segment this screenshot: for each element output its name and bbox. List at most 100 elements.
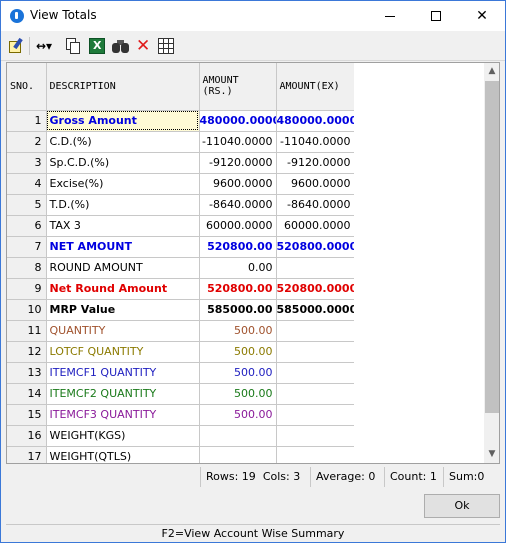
cell-desc[interactable]: NET AMOUNT <box>46 236 200 258</box>
cell-ex[interactable] <box>276 383 355 405</box>
cell-desc[interactable]: Sp.C.D.(%) <box>46 152 200 174</box>
ok-button[interactable]: Ok <box>424 494 500 518</box>
table-row[interactable]: 12 LOTCF QUANTITY 500.00 <box>7 341 355 363</box>
cell-amt[interactable]: -8640.0000 <box>199 194 277 216</box>
table-row[interactable]: 17 WEIGHT(QTLS) <box>7 446 355 463</box>
cell-desc[interactable]: WEIGHT(QTLS) <box>46 446 200 463</box>
cell-amt[interactable]: 520800.00 <box>199 236 277 258</box>
cell-ex[interactable]: -9120.0000 <box>276 152 355 174</box>
cell-sno[interactable]: 15 <box>7 404 47 426</box>
cell-ex[interactable] <box>276 446 355 463</box>
cell-desc[interactable]: T.D.(%) <box>46 194 200 216</box>
copy-icon[interactable] <box>65 38 81 54</box>
cell-amt[interactable]: 500.00 <box>199 320 277 342</box>
table-row[interactable]: 14 ITEMCF2 QUANTITY 500.00 <box>7 383 355 405</box>
cell-amt[interactable]: 0.00 <box>199 257 277 279</box>
cell-ex[interactable] <box>276 362 355 384</box>
cell-desc[interactable]: QUANTITY <box>46 320 200 342</box>
cell-desc[interactable]: ROUND AMOUNT <box>46 257 200 279</box>
table-row[interactable]: 15 ITEMCF3 QUANTITY 500.00 <box>7 404 355 426</box>
find-icon[interactable] <box>112 38 130 54</box>
cell-amt[interactable] <box>199 446 277 463</box>
table-row[interactable]: 5 T.D.(%) -8640.0000 -8640.0000 <box>7 194 355 216</box>
table-row[interactable]: 11 QUANTITY 500.00 <box>7 320 355 342</box>
cell-amt[interactable]: -9120.0000 <box>199 152 277 174</box>
cell-amt[interactable]: 500.00 <box>199 404 277 426</box>
cell-ex[interactable]: 520800.0000 <box>276 278 355 300</box>
grid-icon[interactable] <box>158 38 174 54</box>
totals-grid[interactable]: SNO. DESCRIPTION AMOUNT (RS.) AMOUNT(EX)… <box>6 62 500 464</box>
maximize-button[interactable] <box>413 1 459 31</box>
cell-desc[interactable]: Gross Amount <box>46 110 200 132</box>
cell-ex[interactable] <box>276 257 355 279</box>
table-row[interactable]: 8 ROUND AMOUNT 0.00 <box>7 257 355 279</box>
cell-desc[interactable]: ITEMCF2 QUANTITY <box>46 383 200 405</box>
close-button[interactable]: ✕ <box>459 1 505 31</box>
header-amount-ex[interactable]: AMOUNT(EX) <box>276 63 355 111</box>
cell-amt[interactable]: 500.00 <box>199 341 277 363</box>
table-row[interactable]: 6 TAX 3 60000.0000 60000.0000 <box>7 215 355 237</box>
cell-ex[interactable]: 480000.0000 <box>276 110 355 132</box>
cell-desc[interactable]: TAX 3 <box>46 215 200 237</box>
cell-sno[interactable]: 14 <box>7 383 47 405</box>
table-row[interactable]: 16 WEIGHT(KGS) <box>7 425 355 447</box>
cell-sno[interactable]: 7 <box>7 236 47 258</box>
scroll-thumb[interactable] <box>485 81 499 413</box>
cell-desc[interactable]: MRP Value <box>46 299 200 321</box>
header-sno[interactable]: SNO. <box>7 63 47 111</box>
cell-ex[interactable]: 60000.0000 <box>276 215 355 237</box>
cell-amt[interactable] <box>199 425 277 447</box>
header-amount-rs[interactable]: AMOUNT (RS.) <box>199 63 277 111</box>
cell-ex[interactable]: 520800.0000 <box>276 236 355 258</box>
cell-sno[interactable]: 16 <box>7 425 47 447</box>
cell-amt[interactable]: 9600.0000 <box>199 173 277 195</box>
cell-desc[interactable]: Excise(%) <box>46 173 200 195</box>
table-row[interactable]: 1 Gross Amount 480000.0000 480000.0000 <box>7 110 355 132</box>
table-row[interactable]: 9 Net Round Amount 520800.00 520800.0000 <box>7 278 355 300</box>
cell-sno[interactable]: 17 <box>7 446 47 463</box>
cell-ex[interactable]: -8640.0000 <box>276 194 355 216</box>
cell-sno[interactable]: 8 <box>7 257 47 279</box>
table-row[interactable]: 7 NET AMOUNT 520800.00 520800.0000 <box>7 236 355 258</box>
cell-sno[interactable]: 4 <box>7 173 47 195</box>
table-row[interactable]: 3 Sp.C.D.(%) -9120.0000 -9120.0000 <box>7 152 355 174</box>
header-description[interactable]: DESCRIPTION <box>46 63 200 111</box>
cell-amt[interactable]: 500.00 <box>199 362 277 384</box>
edit-icon[interactable] <box>8 37 24 54</box>
scroll-down-icon[interactable]: ▼ <box>484 446 499 463</box>
cell-ex[interactable]: -11040.0000 <box>276 131 355 153</box>
delete-icon[interactable]: ✕ <box>136 38 152 55</box>
table-row[interactable]: 4 Excise(%) 9600.0000 9600.0000 <box>7 173 355 195</box>
cell-sno[interactable]: 3 <box>7 152 47 174</box>
cell-sno[interactable]: 2 <box>7 131 47 153</box>
cell-amt[interactable]: 480000.0000 <box>199 110 277 132</box>
cell-sno[interactable]: 1 <box>7 110 47 132</box>
table-row[interactable]: 10 MRP Value 585000.00 585000.0000 <box>7 299 355 321</box>
cell-desc[interactable]: LOTCF QUANTITY <box>46 341 200 363</box>
cell-desc[interactable]: C.D.(%) <box>46 131 200 153</box>
excel-icon[interactable] <box>89 38 105 54</box>
cell-desc[interactable]: ITEMCF3 QUANTITY <box>46 404 200 426</box>
minimize-button[interactable] <box>367 1 413 31</box>
cell-desc[interactable]: ITEMCF1 QUANTITY <box>46 362 200 384</box>
cell-desc[interactable]: WEIGHT(KGS) <box>46 425 200 447</box>
cell-sno[interactable]: 13 <box>7 362 47 384</box>
table-row[interactable]: 13 ITEMCF1 QUANTITY 500.00 <box>7 362 355 384</box>
table-row[interactable]: 2 C.D.(%) -11040.0000 -11040.0000 <box>7 131 355 153</box>
vertical-scrollbar[interactable]: ▲ ▼ <box>484 63 499 463</box>
cell-ex[interactable]: 585000.0000 <box>276 299 355 321</box>
cell-amt[interactable]: 520800.00 <box>199 278 277 300</box>
cell-sno[interactable]: 11 <box>7 320 47 342</box>
cell-amt[interactable]: 60000.0000 <box>199 215 277 237</box>
cell-sno[interactable]: 6 <box>7 215 47 237</box>
cell-amt[interactable]: 500.00 <box>199 383 277 405</box>
cell-sno[interactable]: 5 <box>7 194 47 216</box>
cell-desc[interactable]: Net Round Amount <box>46 278 200 300</box>
cell-sno[interactable]: 10 <box>7 299 47 321</box>
cell-sno[interactable]: 12 <box>7 341 47 363</box>
scroll-up-icon[interactable]: ▲ <box>484 63 499 80</box>
cell-ex[interactable] <box>276 404 355 426</box>
cell-ex[interactable]: 9600.0000 <box>276 173 355 195</box>
cell-ex[interactable] <box>276 425 355 447</box>
cell-amt[interactable]: 585000.00 <box>199 299 277 321</box>
